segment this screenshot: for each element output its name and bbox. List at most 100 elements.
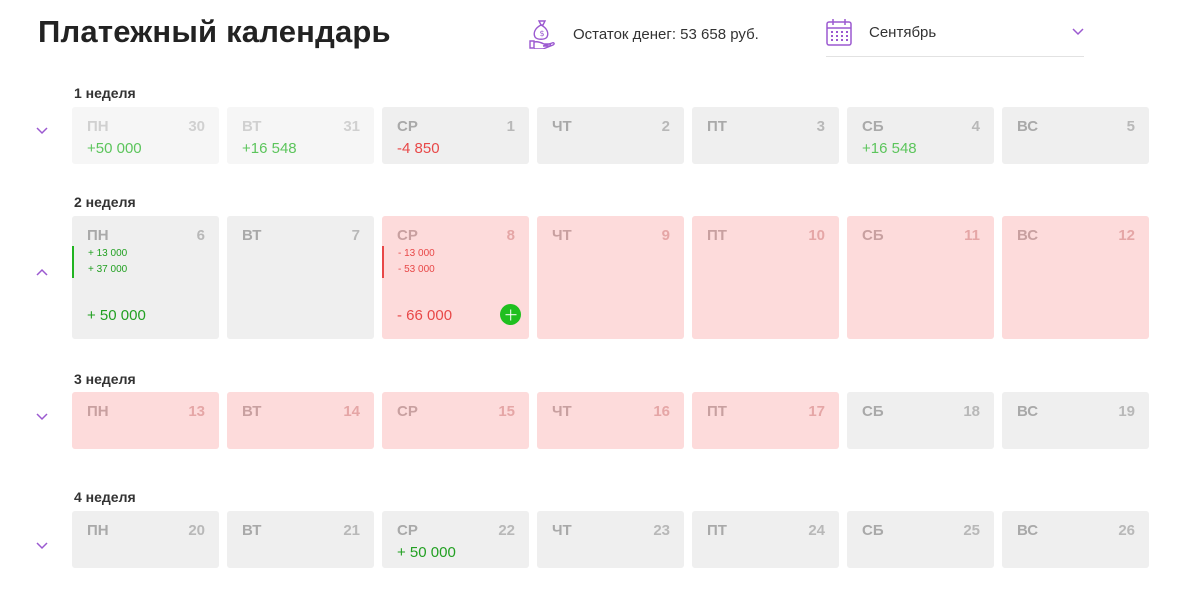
day-name: ВС [1017,118,1039,135]
day-number: 12 [1118,227,1135,244]
day-name: ВТ [242,522,262,539]
week-row: ПН 13 ВТ 14 СР 15 ЧТ 16 ПТ 17 СБ 18 ВС 1… [72,392,1149,449]
day-number: 26 [1118,522,1135,539]
transaction-item: - 53 000 [398,264,435,275]
week-title: 1 неделя [74,85,136,101]
day-number: 3 [816,118,825,135]
day-name: ЧТ [552,118,572,135]
day-amount: -4 850 [397,140,440,157]
day-number: 6 [196,227,205,244]
week-row: ПН 30 +50 000 ВТ 31 +16 548 СР 1 -4 850 … [72,107,1149,164]
day-name: ПН [87,227,109,244]
day-cell[interactable]: ЧТ 16 [537,392,684,449]
day-cell[interactable]: ПН 6 + 13 000 + 37 000 + 50 000 [72,216,219,339]
day-name: СР [397,118,418,135]
add-payment-button[interactable] [500,304,521,325]
day-name: ЧТ [552,522,572,539]
day-number: 19 [1118,403,1135,420]
day-cell[interactable]: СР 15 [382,392,529,449]
day-name: ПН [87,403,109,420]
transaction-item: + 13 000 [88,248,128,259]
week-title: 2 неделя [74,194,136,210]
chevron-down-icon[interactable] [36,127,48,135]
day-cell[interactable]: ВС 5 [1002,107,1149,164]
day-cell[interactable]: ПТ 17 [692,392,839,449]
month-select[interactable]: Сентябрь [826,16,1084,57]
day-cell[interactable]: ПТ 3 [692,107,839,164]
day-amount: +16 548 [242,140,297,157]
day-name: ВС [1017,522,1039,539]
day-name: ВС [1017,403,1039,420]
chevron-down-icon[interactable] [36,413,48,421]
day-number: 2 [661,118,670,135]
day-cell[interactable]: ВТ 7 [227,216,374,339]
day-number: 11 [964,227,980,244]
day-cell[interactable]: СР 8 - 13 000 - 53 000 - 66 000 [382,216,529,339]
day-number: 9 [661,227,670,244]
day-number: 23 [653,522,670,539]
day-total: + 50 000 [87,307,146,324]
day-number: 25 [963,522,980,539]
day-cell[interactable]: СР 22 + 50 000 [382,511,529,568]
day-cell[interactable]: ПН 20 [72,511,219,568]
day-cell[interactable]: ЧТ 9 [537,216,684,339]
day-name: ПН [87,522,109,539]
day-name: ПТ [707,522,727,539]
day-number: 8 [506,227,515,244]
day-number: 10 [808,227,825,244]
week-title: 3 неделя [74,371,136,387]
day-total: - 66 000 [397,307,453,324]
day-cell[interactable]: ПТ 10 [692,216,839,339]
day-number: 22 [498,522,515,539]
chevron-down-icon [1072,28,1084,36]
calendar-icon [826,19,852,46]
day-name: СБ [862,403,884,420]
week-row: ПН 20 ВТ 21 СР 22 + 50 000 ЧТ 23 ПТ 24 С… [72,511,1149,568]
day-name: ВТ [242,403,262,420]
day-cell[interactable]: СБ 11 [847,216,994,339]
day-name: ПТ [707,118,727,135]
day-cell[interactable]: СБ 25 [847,511,994,568]
money-hand-icon: $ [529,20,555,49]
day-cell[interactable]: ВС 19 [1002,392,1149,449]
day-amount: + 50 000 [397,544,456,561]
day-name: СР [397,403,418,420]
day-cell[interactable]: СР 1 -4 850 [382,107,529,164]
day-cell[interactable]: ЧТ 2 [537,107,684,164]
day-cell[interactable]: ВТ 14 [227,392,374,449]
day-cell[interactable]: ПТ 24 [692,511,839,568]
month-value: Сентябрь [869,24,937,41]
day-number: 5 [1126,118,1135,135]
day-amount: +16 548 [862,140,917,157]
day-number: 24 [808,522,825,539]
day-cell[interactable]: СБ 4 +16 548 [847,107,994,164]
day-number: 20 [188,522,205,539]
day-cell[interactable]: ПН 30 +50 000 [72,107,219,164]
day-number: 31 [343,118,360,135]
day-cell[interactable]: ВС 26 [1002,511,1149,568]
day-number: 7 [351,227,360,244]
day-name: СБ [862,227,884,244]
balance-text: Остаток денег: 53 658 руб. [573,25,759,43]
day-number: 17 [808,403,825,420]
chevron-up-icon[interactable] [36,268,48,276]
day-name: СР [397,522,418,539]
day-name: ВС [1017,227,1039,244]
day-cell[interactable]: ЧТ 23 [537,511,684,568]
day-name: ПТ [707,403,727,420]
day-cell[interactable]: ВТ 31 +16 548 [227,107,374,164]
week-row: ПН 6 + 13 000 + 37 000 + 50 000 ВТ 7 СР … [72,216,1149,339]
day-number: 18 [963,403,980,420]
chevron-down-icon[interactable] [36,542,48,550]
day-number: 15 [498,403,515,420]
transaction-list: + 13 000 + 37 000 [72,246,127,278]
day-number: 14 [343,403,360,420]
transaction-item: - 13 000 [398,248,435,259]
day-cell[interactable]: ВТ 21 [227,511,374,568]
day-cell[interactable]: СБ 18 [847,392,994,449]
day-name: СР [397,227,418,244]
day-cell[interactable]: ПН 13 [72,392,219,449]
day-number: 21 [343,522,360,539]
day-number: 30 [188,118,205,135]
day-cell[interactable]: ВС 12 [1002,216,1149,339]
